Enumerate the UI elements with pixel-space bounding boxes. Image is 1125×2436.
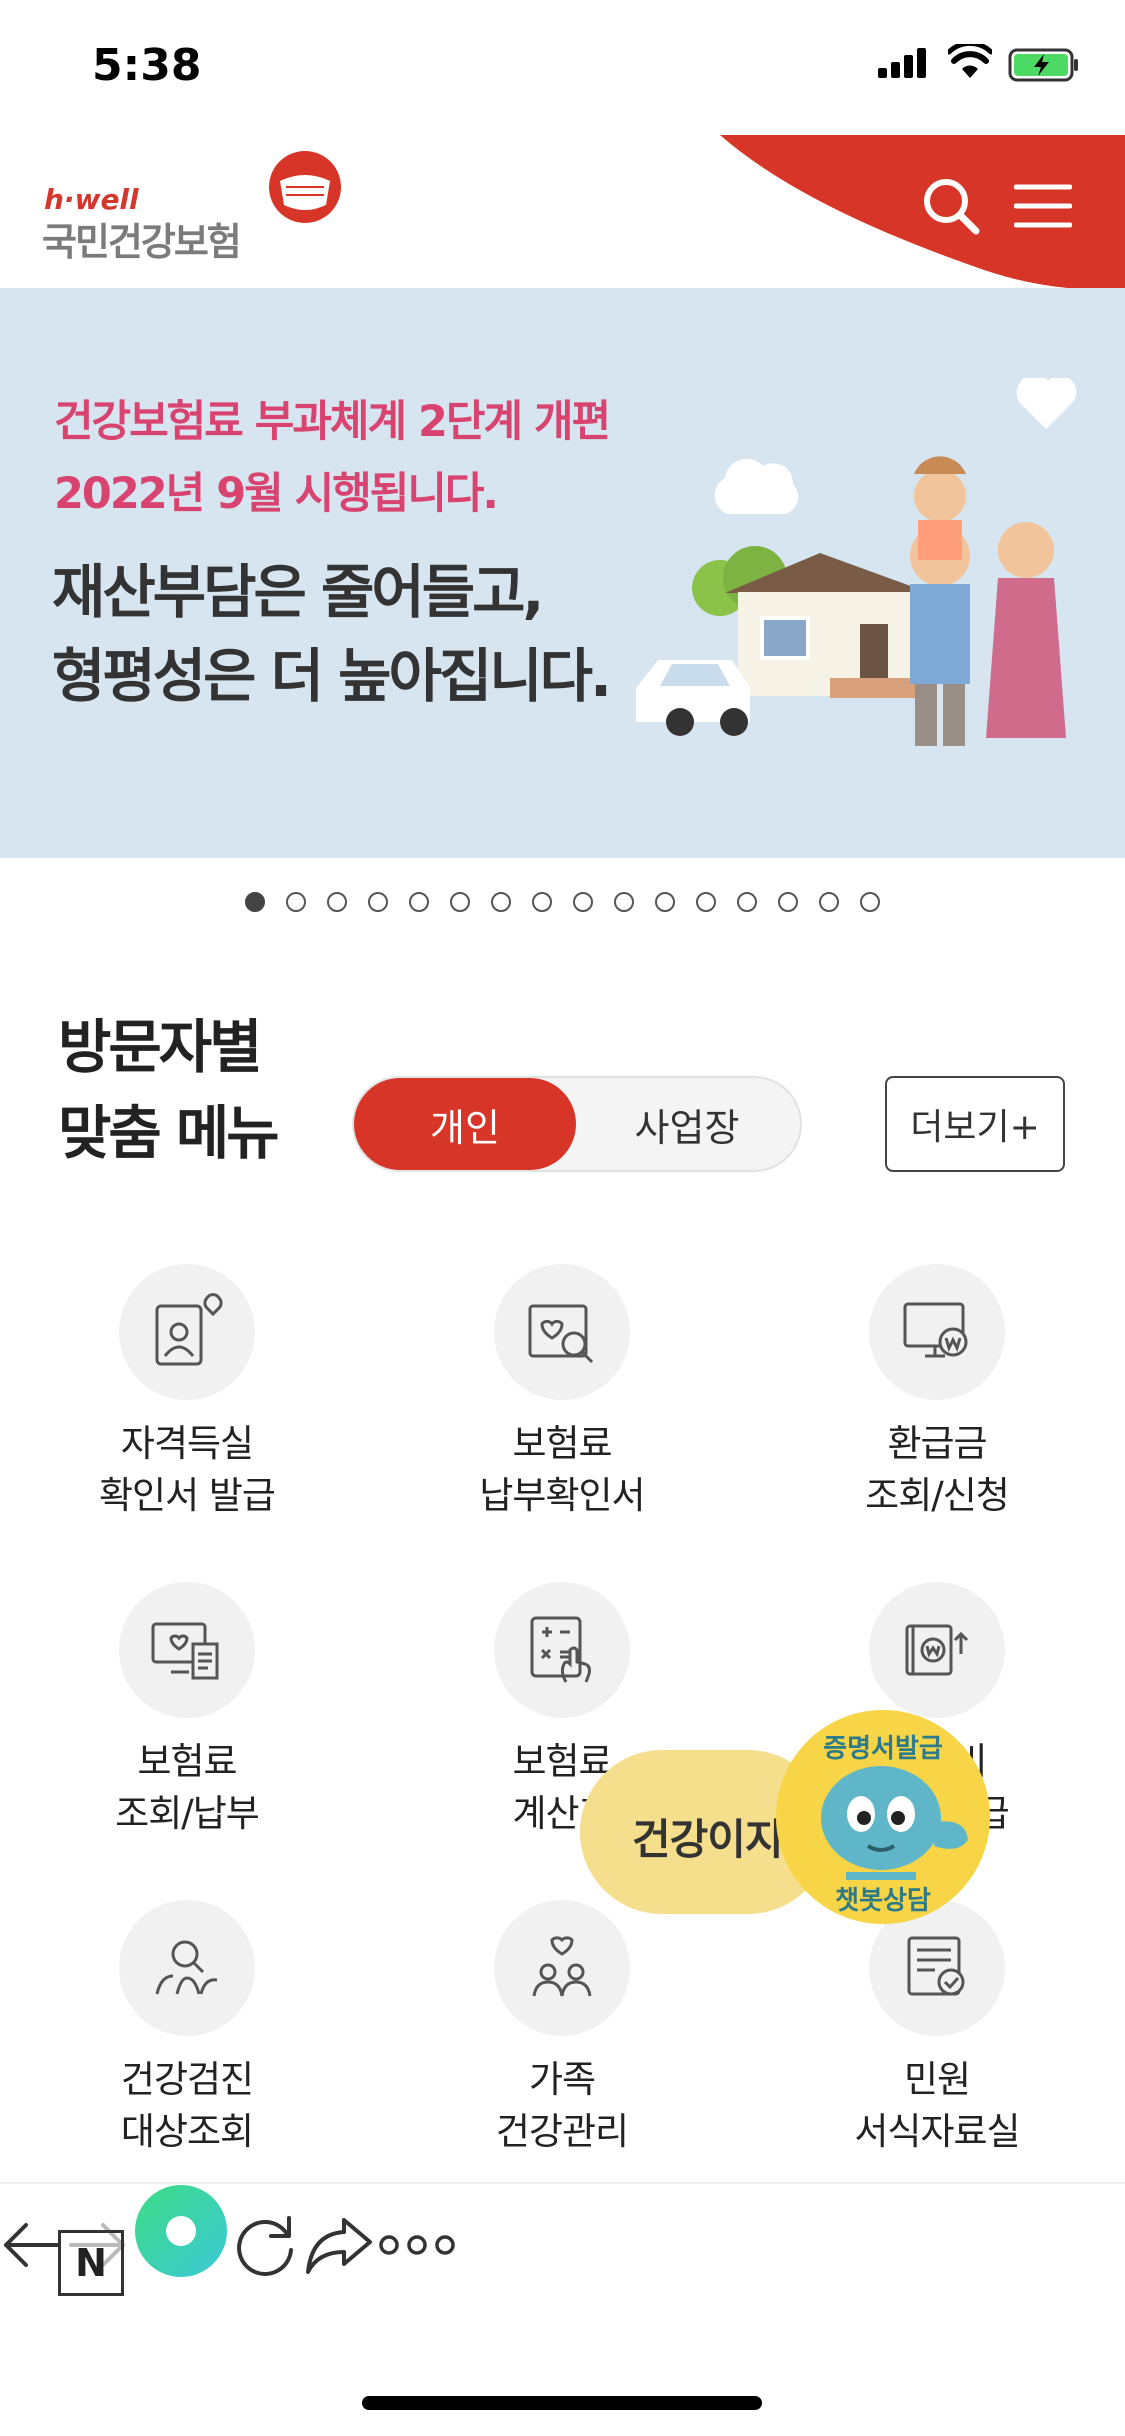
health-easy-label: 건강이지 [632,1815,784,1864]
share-icon[interactable] [304,2212,374,2278]
circle [869,1582,1005,1718]
hamburger-menu-icon[interactable] [1014,183,1072,229]
label-line2: 납부확인서 [479,1474,645,1517]
label-line1: 민원 [903,2058,971,2101]
menu-item-label: 보험료납부확인서 [402,1418,722,1522]
pagination-dot[interactable] [860,892,880,912]
label-line2: 건강관리 [495,2110,629,2153]
chatbot-button[interactable]: 증명서발급 챗봇상담 [776,1710,990,1924]
pagination-dot[interactable] [450,892,470,912]
circle [494,1900,630,2036]
menu-item-label: 자격득실확인서 발급 [27,1418,347,1522]
visitor-type-toggle[interactable]: 개인 사업장 [352,1076,802,1172]
naver-home-button[interactable]: N [58,2230,124,2296]
label-line2: 조회/납부 [115,1792,260,1835]
label-line2: 조회/신청 [865,1474,1010,1517]
menu-item-forms[interactable]: 민원서식자료실 [777,1900,1097,2158]
circle [869,1264,1005,1400]
section-title: 방문자별 맞춤 메뉴 [58,1004,280,1176]
label-line1: 건강검진 [120,2058,254,2101]
pagination-dot[interactable] [409,892,429,912]
label-line1: 가족 [528,2058,596,2101]
pagination-dot[interactable] [696,892,716,912]
section-title-line1: 방문자별 [58,1013,262,1081]
label-line2: 확인서 발급 [99,1474,276,1517]
logo-mask-icon [269,151,341,223]
pagination-dot[interactable] [368,892,388,912]
pagination-dot[interactable] [655,892,675,912]
pagination-dot[interactable] [614,892,634,912]
section-title-line2: 맞춤 메뉴 [58,1099,280,1167]
banner-headline: 재산부담은 줄어들고, 형평성은 더 높아집니다. [52,550,612,718]
form-check-icon [907,1936,965,1996]
more-dots-icon[interactable] [379,2212,456,2278]
menu-item-family-health[interactable]: 가족건강관리 [402,1900,722,2158]
more-button[interactable]: 더보기+ [885,1076,1065,1172]
circle [119,1264,255,1400]
label-line1: 보험료 [137,1740,237,1783]
pagination-dot[interactable] [819,892,839,912]
family-house-illustration [636,378,1077,746]
circle [119,1900,255,2036]
pagination-dot[interactable] [286,892,306,912]
home-indicator [362,2396,762,2410]
pagination-dot[interactable] [491,892,511,912]
toggle-personal[interactable]: 개인 [354,1078,576,1170]
menu-item-label: 환급금조회/신청 [777,1418,1097,1522]
promo-banner[interactable]: 건강보험료 부과체계 2단계 개편 2022년 9월 시행됩니다. 재산부담은 … [0,288,1125,858]
people-search-icon [155,1940,218,1995]
refresh-icon[interactable] [233,2212,299,2278]
monitor-won-icon [903,1302,968,1358]
banner-pagination[interactable] [0,892,1125,920]
family-heart-icon [532,1936,592,1997]
calculator-icon [530,1616,591,1683]
menu-item-refund[interactable]: 환급금조회/신청 [777,1264,1097,1522]
label-line1: 환급금 [887,1422,987,1465]
monitor-receipt-icon [151,1622,219,1680]
cellular-signal-icon [878,48,928,78]
menu-item-checkup[interactable]: 건강검진대상조회 [27,1900,347,2158]
banner-headline-line1: 재산부담은 줄어들고, [52,558,544,626]
pagination-dot[interactable] [532,892,552,912]
circle [119,1582,255,1718]
label-line2: 대상조회 [120,2110,254,2153]
menu-item-label: 건강검진대상조회 [27,2054,347,2158]
app-header: h·well 국민건강보험 [0,135,1125,288]
menu-item-payment-cert[interactable]: 보험료납부확인서 [402,1264,722,1522]
label-line2: 서식자료실 [854,2110,1020,2153]
document-search-icon [528,1304,594,1364]
status-bar: 5:38 [0,0,1125,135]
banner-headline-line2: 형평성은 더 높아집니다. [52,642,612,710]
label-line1: 보험료 [512,1422,612,1465]
chatbot-bottom-label: 챗봇상담 [835,1886,931,1916]
green-dot-button-icon[interactable] [134,2184,228,2278]
menu-item-label: 민원서식자료실 [777,2054,1097,2158]
pagination-dot[interactable] [327,892,347,912]
back-arrow-icon[interactable] [0,2212,62,2278]
pagination-dot[interactable] [737,892,757,912]
wallet-won-icon [905,1624,969,1676]
circle [494,1264,630,1400]
logo-title[interactable]: 국민건강보험 [42,211,242,266]
pagination-dot[interactable] [778,892,798,912]
menu-item-label: 보험료조회/납부 [27,1736,347,1840]
certificate-heart-icon [155,1293,223,1366]
circle [494,1582,630,1718]
browser-toolbar: N [0,2184,1125,2344]
menu-item-premium-pay[interactable]: 보험료조회/납부 [27,1582,347,1840]
menu-item-label: 가족건강관리 [402,2054,722,2158]
pagination-dot[interactable] [245,892,265,912]
banner-subtitle: 건강보험료 부과체계 2단계 개편 2022년 9월 시행됩니다. [54,386,611,530]
toggle-business[interactable]: 사업장 [576,1078,798,1170]
menu-item-qualification[interactable]: 자격득실확인서 발급 [27,1264,347,1522]
battery-icon [1008,48,1078,82]
label-line1: 자격득실 [120,1422,254,1465]
pagination-dot[interactable] [573,892,593,912]
banner-subtitle-line2: 2022년 9월 시행됩니다. [54,469,499,519]
wifi-icon [948,44,992,78]
banner-subtitle-line1: 건강보험료 부과체계 2단계 개편 [54,397,611,447]
search-icon[interactable] [920,175,982,237]
status-time: 5:38 [92,40,202,91]
